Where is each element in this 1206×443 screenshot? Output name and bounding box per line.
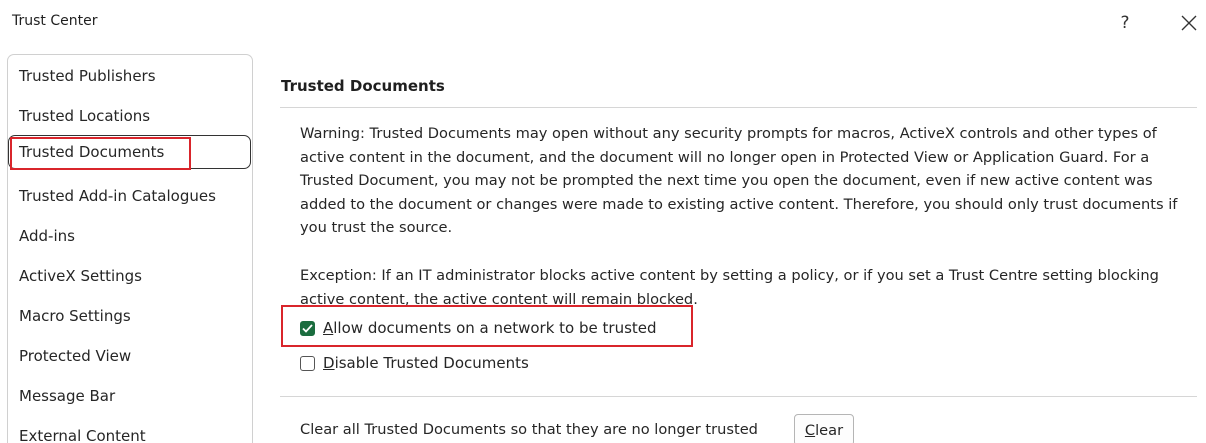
disable-trusted-documents-checkbox-row[interactable]: Disable Trusted Documents (300, 351, 529, 375)
sidebar-item-macro-settings[interactable]: Macro Settings (8, 299, 252, 333)
button-label: lear (815, 422, 844, 439)
sidebar-item-label: Trusted Locations (19, 107, 151, 125)
allow-network-documents-checkbox-row[interactable]: Allow documents on a network to be trust… (300, 316, 657, 340)
sidebar-item-trusted-add-in-catalogues[interactable]: Trusted Add-in Catalogues (8, 179, 252, 213)
sidebar-item-label: Trusted Documents (19, 143, 165, 161)
sidebar-item-label: External Content (19, 427, 146, 443)
sidebar-item-label: Trusted Publishers (19, 67, 156, 85)
access-key: C (804, 422, 816, 439)
allow-network-documents-label: Allow documents on a network to be trust… (323, 319, 657, 337)
close-button[interactable] (1176, 10, 1202, 36)
section-title: Trusted Documents (281, 77, 445, 95)
checkmark-icon (302, 323, 313, 333)
dialog-title: Trust Center (12, 13, 98, 29)
sidebar-nav: Trusted Publishers Trusted Locations Tru… (7, 54, 253, 443)
sidebar-item-add-ins[interactable]: Add-ins (8, 219, 252, 253)
sidebar-item-external-content[interactable]: External Content (8, 419, 252, 443)
disable-trusted-documents-label: Disable Trusted Documents (323, 354, 529, 372)
section-divider (280, 107, 1197, 108)
title-bar: Trust Center ? (0, 0, 1206, 48)
exception-text: Exception: If an IT administrator blocks… (300, 267, 1159, 308)
sidebar-item-protected-view[interactable]: Protected View (8, 339, 252, 373)
main-panel: Trusted Documents Warning: Trusted Docum… (270, 54, 1200, 443)
sidebar-item-label: Protected View (19, 347, 132, 365)
sidebar-item-activex-settings[interactable]: ActiveX Settings (8, 259, 252, 293)
access-key: D (323, 354, 335, 372)
sidebar-item-message-bar[interactable]: Message Bar (8, 379, 252, 413)
sidebar-item-label: Add-ins (19, 227, 75, 245)
label-text: isable Trusted Documents (334, 354, 529, 372)
trust-center-dialog: Trust Center ? Trusted Publishers Truste… (0, 0, 1206, 443)
sidebar-item-trusted-locations[interactable]: Trusted Locations (8, 99, 252, 133)
sidebar-item-label: Message Bar (19, 387, 116, 405)
help-button[interactable]: ? (1113, 8, 1137, 38)
disable-trusted-documents-checkbox[interactable] (300, 355, 315, 371)
sidebar-item-label: ActiveX Settings (19, 267, 142, 285)
clear-divider (280, 396, 1197, 397)
warning-text: Warning: Trusted Documents may open with… (300, 125, 1178, 236)
label-text: llow documents on a network to be truste… (333, 319, 657, 337)
sidebar-item-label: Macro Settings (19, 307, 131, 325)
sidebar-item-label: Trusted Add-in Catalogues (19, 187, 216, 205)
sidebar-item-trusted-documents[interactable]: Trusted Documents (8, 135, 251, 169)
clear-description: Clear all Trusted Documents so that they… (300, 421, 758, 438)
allow-network-documents-checkbox[interactable] (300, 320, 315, 336)
sidebar-item-trusted-publishers[interactable]: Trusted Publishers (8, 59, 252, 93)
close-icon (1181, 15, 1197, 31)
clear-button[interactable]: Clear (794, 414, 854, 443)
access-key: A (323, 319, 334, 337)
